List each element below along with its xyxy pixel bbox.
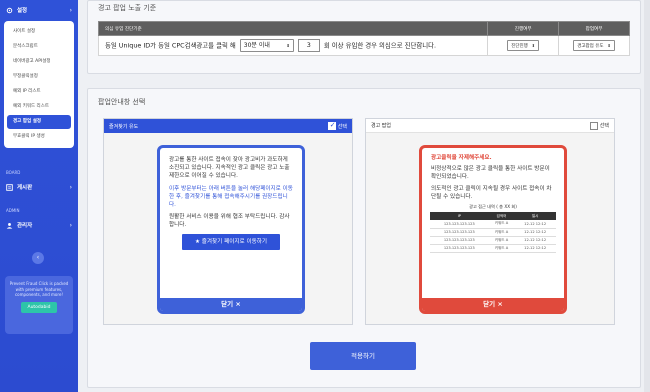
period-select[interactable]: 30분 이내 ⬍ xyxy=(239,39,294,52)
sidebar-submenu-item[interactable]: 네이버광고 API설정 xyxy=(7,55,71,69)
promo-button[interactable]: Autodabid xyxy=(21,301,57,313)
bookmark-popup-preview: 광고를 통한 사이트 접속이 잦아 광고비가 과도하게 소진되고 있습니다. 지… xyxy=(157,145,305,314)
checkbox-icon: ✓ xyxy=(327,121,336,130)
sidebar-collapse-button[interactable]: ‹ xyxy=(32,252,44,264)
settings-submenu: 사이트 설정 분석스크립트 네이버광고 API설정 부정클릭설정 예외 IP 리스트 예외… xyxy=(4,21,74,148)
sidebar-settings-label: 설정 xyxy=(17,8,28,14)
card-select-checkbox[interactable]: ✓ 선택 xyxy=(327,121,347,130)
access-history-caption: 광고 접근 내역 ( 총 XX 회) xyxy=(469,204,517,210)
select-arrow-icon: ⬍ xyxy=(607,43,611,48)
popup-close-button[interactable]: 닫기 × xyxy=(422,298,564,311)
table-cell: 123.123.123.123 xyxy=(430,228,489,237)
table-row: 123.123.123.123 키워드 A 12-12 12:12 xyxy=(430,244,556,253)
table-cell: 12-12 12:12 xyxy=(514,236,556,245)
table-cell: 키워드 A xyxy=(488,228,515,237)
card-title: 경고 팝업 xyxy=(371,123,391,129)
admin-caption: ADMIN xyxy=(6,208,20,213)
popup-select[interactable]: 경고팝업 유도 ⬍ xyxy=(573,40,615,51)
admin-icon xyxy=(6,222,13,229)
col-ip-header: IP xyxy=(430,212,489,221)
col-progress-header: 진행여부 xyxy=(487,21,560,36)
sidebar-submenu-item[interactable]: 예외 키워드 리스트 xyxy=(7,100,71,114)
col-rule-header: 의심 유입 진단기준 xyxy=(97,21,489,36)
chevron-right-icon: › xyxy=(69,221,72,229)
table-cell: 키워드 A xyxy=(488,220,515,229)
sidebar-settings-section[interactable]: 설정 › xyxy=(0,1,78,19)
card-select-checkbox[interactable]: 선택 xyxy=(589,121,609,130)
criteria-table: 의심 유입 진단기준 진행여부 팝업여부 동일 Unique ID가 동일 CP… xyxy=(97,21,630,56)
warning-heading: 광고클릭을 자제해주세요. xyxy=(431,155,492,161)
preview-paragraph: 비정상적으로 많은 광고 클릭을 통한 사이트 방문이 확인되었습니다. xyxy=(431,166,550,181)
preview-paragraph: 원활한 서비스 이용을 위해 협조 부탁드립니다. 감사합니다. xyxy=(169,214,290,229)
rule-prefix: 동일 Unique ID가 동일 CPC검색광고를 클릭 해 xyxy=(105,41,236,50)
sidebar-submenu-item[interactable]: 무효클릭 IP 생성 xyxy=(7,130,71,144)
popup-select-title: 팝업안내창 선택 xyxy=(98,98,146,106)
progress-select[interactable]: 진단진행 ⬍ xyxy=(507,40,540,51)
sidebar-submenu-item[interactable]: 예외 IP 리스트 xyxy=(7,85,71,99)
select-arrow-icon: ⬍ xyxy=(531,43,536,48)
card-title: 즐겨찾기 유도 xyxy=(109,123,139,130)
apply-button[interactable]: 적용하기 xyxy=(310,342,416,370)
preview-paragraph: 의도적인 광고 클릭이 지속될 경우 사이트 접속이 차단될 수 있습니다. xyxy=(431,185,552,200)
table-row: 123.123.123.123 키워드 A 12-12 12:12 xyxy=(430,236,556,245)
access-history-table: IP 검색어 일시 123.123.123.123 키워드 A 12-12 12:1… xyxy=(430,212,556,253)
criteria-rule-cell: 동일 Unique ID가 동일 CPC검색광고를 클릭 해 30분 이내 ⬍ 3… xyxy=(97,35,489,56)
sidebar-board-section[interactable]: 게시판 › xyxy=(0,178,78,196)
table-cell: 12-12 12:12 xyxy=(514,244,556,253)
col-popup-header: 팝업여부 xyxy=(558,21,630,36)
promo-box: Prevent Fraud Click is packed with premi… xyxy=(5,276,73,334)
progress-cell: 진단진행 ⬍ xyxy=(487,35,560,56)
popup-select-value: 경고팝업 유도 xyxy=(577,44,604,49)
card-preview-area: 광고를 통한 사이트 접속이 잦아 광고비가 과도하게 소진되고 있습니다. 지… xyxy=(104,133,352,324)
criteria-panel-title: 경고 팝업 노출 기준 xyxy=(98,4,157,12)
promo-text: Prevent Fraud Click is packed with premi… xyxy=(9,281,69,297)
warning-popup-preview: 광고클릭을 자제해주세요. 비정상적으로 많은 광고 클릭을 통한 사이트 방문… xyxy=(419,145,567,314)
checkbox-label: 선택 xyxy=(337,123,347,130)
table-row: 123.123.123.123 키워드 A 12-12 12:12 xyxy=(430,220,556,229)
sidebar-submenu-item[interactable]: 분석스크립트 xyxy=(7,40,71,54)
popup-card-bookmark[interactable]: 즐겨찾기 유도 ✓ 선택 광고를 통한 사이트 접속이 잦아 광고비가 과도하게… xyxy=(103,118,353,325)
table-cell: 12-12 12:12 xyxy=(514,228,556,237)
sidebar-admin-section[interactable]: 관리자 › xyxy=(0,216,78,234)
chevron-right-icon: › xyxy=(69,183,72,191)
table-cell: 123.123.123.123 xyxy=(430,244,489,253)
criteria-panel: 경고 팝업 노출 기준 의심 유입 진단기준 진행여부 팝업여부 동일 Uniq… xyxy=(87,0,641,74)
rule-suffix: 회 이상 유입한 경우 의심으로 진단합니다. xyxy=(323,41,437,50)
count-input[interactable]: 3 xyxy=(297,39,320,52)
card-header: 경고 팝업 선택 xyxy=(366,119,614,133)
popup-card-warning[interactable]: 경고 팝업 선택 광고클릭을 자제해주세요. 비정상적으로 많은 광고 클릭을 … xyxy=(365,118,615,325)
sidebar-submenu-item[interactable]: 사이트 설정 xyxy=(7,25,71,39)
board-caption: BOARD xyxy=(6,170,21,175)
sidebar-board-label: 게시판 xyxy=(17,185,33,191)
preview-paragraph-highlight: 이후 방문부터는 아래 버튼을 눌러 해당페이지로 이동한 후, 즐겨찾기를 통… xyxy=(169,185,293,209)
checkbox-label: 선택 xyxy=(599,123,609,129)
checkbox-icon xyxy=(589,121,598,130)
table-cell: 키워드 A xyxy=(488,236,515,245)
table-row: 123.123.123.123 키워드 A 12-12 12:12 xyxy=(430,228,556,237)
sidebar: 설정 › 사이트 설정 분석스크립트 네이버광고 API설정 부정클릭설정 예외 IP … xyxy=(0,0,78,392)
sidebar-admin-label: 관리자 xyxy=(17,223,33,229)
table-cell: 123.123.123.123 xyxy=(430,220,489,229)
table-cell: 12-12 12:12 xyxy=(514,220,556,229)
table-cell: 123.123.123.123 xyxy=(430,236,489,245)
period-select-value: 30분 이내 xyxy=(243,42,270,49)
popup-cell: 경고팝업 유도 ⬍ xyxy=(558,35,630,56)
sidebar-submenu-item[interactable]: 경고 팝업 설정 xyxy=(7,115,71,129)
board-icon xyxy=(6,183,13,191)
settings-icon xyxy=(6,7,13,14)
chevron-right-icon: › xyxy=(69,6,72,14)
card-preview-area: 광고클릭을 자제해주세요. 비정상적으로 많은 광고 클릭을 통한 사이트 방문… xyxy=(366,133,614,324)
popup-close-button[interactable]: 닫기 × xyxy=(160,298,302,311)
progress-select-value: 진단진행 xyxy=(511,44,528,49)
card-header: 즐겨찾기 유도 ✓ 선택 xyxy=(104,119,352,133)
scrollbar[interactable] xyxy=(644,0,650,392)
sidebar-submenu-item[interactable]: 부정클릭설정 xyxy=(7,70,71,84)
col-keyword-header: 검색어 xyxy=(488,212,515,221)
table-cell: 키워드 A xyxy=(488,244,515,253)
bookmark-page-button[interactable]: ★ 즐겨찾기 페이지로 이동하기 xyxy=(182,233,280,250)
col-time-header: 일시 xyxy=(514,212,556,221)
select-arrow-icon: ⬍ xyxy=(286,43,290,48)
preview-paragraph: 광고를 통한 사이트 접속이 잦아 광고비가 과도하게 소진되고 있습니다. 지… xyxy=(169,157,290,180)
